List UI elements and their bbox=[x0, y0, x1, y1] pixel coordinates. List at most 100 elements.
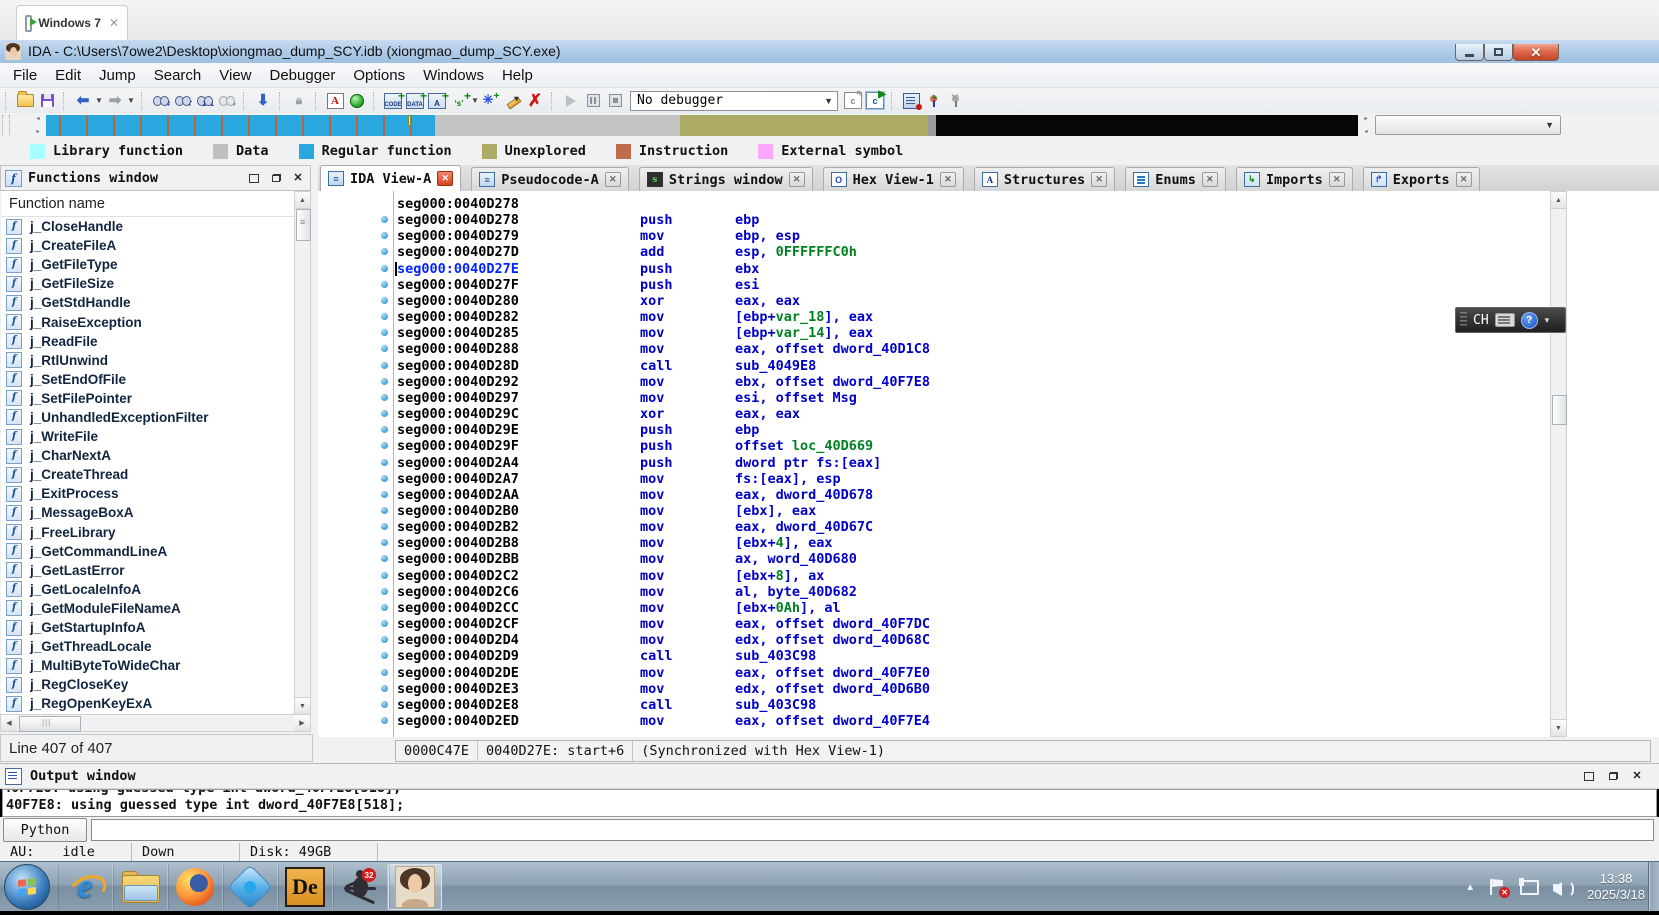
taskbar-ida-button[interactable] bbox=[388, 864, 442, 910]
scroll-down-icon[interactable]: ▼ bbox=[1551, 719, 1566, 736]
tab-close-icon[interactable]: ✕ bbox=[1329, 172, 1345, 187]
function-list-item[interactable]: fj_GetFileType bbox=[1, 255, 294, 274]
menu-jump[interactable]: Jump bbox=[90, 65, 145, 86]
taskbar-ie-button[interactable]: e bbox=[58, 864, 113, 910]
disassembly-line[interactable]: seg000:0040D292movebx, offset dword_40F7… bbox=[318, 374, 1659, 390]
navband-scroll-buttons[interactable]: ▸◂ bbox=[1360, 115, 1372, 135]
scroll-down-icon[interactable]: ▼ bbox=[295, 697, 310, 714]
function-list-item[interactable]: fj_FreeLibrary bbox=[1, 523, 294, 542]
keyboard-icon[interactable] bbox=[1495, 313, 1515, 327]
start-button[interactable] bbox=[4, 864, 50, 910]
scroll-left-icon[interactable]: ◀ bbox=[1, 715, 17, 731]
show-desktop-button[interactable] bbox=[1648, 862, 1659, 912]
menu-search[interactable]: Search bbox=[145, 65, 211, 86]
disassembly-line[interactable]: seg000:0040D2EDmoveax, offset dword_40F7… bbox=[318, 713, 1659, 729]
navigate-forward-button[interactable]: ➡ bbox=[104, 90, 126, 111]
tab-close-icon[interactable]: ✕ bbox=[605, 172, 621, 187]
taskbar-explorer-button[interactable] bbox=[113, 864, 168, 910]
vm-tab-close-icon[interactable]: ✕ bbox=[109, 16, 119, 30]
function-list-item[interactable]: fj_CloseHandle bbox=[1, 217, 294, 236]
make-array-button[interactable]: ✳+ bbox=[480, 90, 502, 111]
function-list-item[interactable]: fj_GetCommandLineA bbox=[1, 542, 294, 561]
functions-close-button[interactable]: ✕ bbox=[290, 171, 306, 185]
debug-pause-button[interactable] bbox=[582, 90, 604, 111]
output-restore-button[interactable] bbox=[1581, 769, 1597, 783]
menu-debugger[interactable]: Debugger bbox=[261, 65, 345, 86]
disassembly-line[interactable]: seg000:0040D2E3movedx, offset dword_40D6… bbox=[318, 681, 1659, 697]
taskbar-debugger-button[interactable]: 32 bbox=[333, 864, 388, 910]
language-indicator[interactable]: CH bbox=[1473, 313, 1489, 328]
navband-range-selector[interactable]: ▼ bbox=[1375, 115, 1561, 135]
disassembly-scrollbar[interactable]: ▲ ▼ bbox=[1550, 191, 1567, 737]
breakpoints-window-button[interactable] bbox=[900, 90, 922, 111]
function-list-item[interactable]: fj_ExitProcess bbox=[1, 484, 294, 503]
forward-history-dropdown[interactable]: ▼ bbox=[126, 90, 136, 111]
tab-imports[interactable]: ↳Imports✕ bbox=[1236, 167, 1353, 191]
function-list-item[interactable]: fj_MessageBoxA bbox=[1, 503, 294, 522]
network-icon[interactable] bbox=[1519, 878, 1539, 896]
make-name-button[interactable]: A+ bbox=[426, 90, 448, 111]
lock-highlight-button[interactable]: 🔒︎ bbox=[288, 90, 310, 111]
add-breakpoint-button[interactable]: + bbox=[922, 90, 944, 111]
jump-address-button[interactable]: # bbox=[150, 90, 172, 111]
disassembly-line[interactable]: seg000:0040D278 bbox=[318, 196, 1659, 212]
disassembly-line[interactable]: seg000:0040D27Daddesp, 0FFFFFFC0h bbox=[318, 244, 1659, 260]
disassembly-line[interactable]: seg000:0040D27Epushebx bbox=[318, 261, 1659, 277]
tab-structures[interactable]: AStructures✕ bbox=[974, 167, 1115, 191]
search-binary-button[interactable]: 101 bbox=[194, 90, 216, 111]
function-list-item[interactable]: fj_CreateFileA bbox=[1, 236, 294, 255]
output-float-button[interactable] bbox=[1605, 769, 1621, 783]
functions-window-titlebar[interactable]: f Functions window ✕ bbox=[0, 165, 311, 191]
undefine-button[interactable]: ✗ bbox=[524, 90, 546, 111]
tab-close-icon[interactable]: ✕ bbox=[437, 171, 453, 186]
minimize-button[interactable] bbox=[1455, 44, 1484, 61]
disassembly-line[interactable]: seg000:0040D2C6moval, byte_40D682 bbox=[318, 584, 1659, 600]
volume-icon[interactable] bbox=[1553, 878, 1573, 896]
disassembly-line[interactable]: seg000:0040D27Fpushesi bbox=[318, 277, 1659, 293]
disassembly-line[interactable]: seg000:0040D29Cxoreax, eax bbox=[318, 406, 1659, 422]
navband-grip[interactable] bbox=[2, 115, 10, 135]
menu-view[interactable]: View bbox=[210, 65, 260, 86]
tab-close-icon[interactable]: ✕ bbox=[1091, 172, 1107, 187]
debug-stop-button[interactable] bbox=[604, 90, 626, 111]
tab-strings-window[interactable]: sStrings window✕ bbox=[639, 167, 813, 191]
make-data-button[interactable]: DATA+ bbox=[404, 90, 426, 111]
function-list-item[interactable]: fj_RegOpenKeyExA bbox=[1, 694, 294, 713]
taskbar-die-button[interactable]: De bbox=[278, 864, 333, 910]
maximize-button[interactable] bbox=[1484, 44, 1513, 61]
disassembly-line[interactable]: seg000:0040D2C2mov[ebx+8], ax bbox=[318, 568, 1659, 584]
disassembly-line[interactable]: seg000:0040D288moveax, offset dword_40D1… bbox=[318, 341, 1659, 357]
tab-close-icon[interactable]: ✕ bbox=[940, 172, 956, 187]
taskbar-tool-button[interactable] bbox=[223, 864, 278, 910]
attach-process-button[interactable]: c↖ bbox=[842, 90, 864, 111]
tab-hex-view-1[interactable]: OHex View-1✕ bbox=[823, 167, 964, 191]
back-history-dropdown[interactable]: ▼ bbox=[94, 90, 104, 111]
tab-enums[interactable]: Enums✕ bbox=[1125, 167, 1226, 191]
make-code-button[interactable]: CODE+ bbox=[382, 90, 404, 111]
output-close-button[interactable]: ✕ bbox=[1629, 769, 1645, 783]
scrollbar-thumb[interactable] bbox=[19, 716, 81, 732]
functions-list[interactable]: fj_CloseHandlefj_CreateFileAfj_GetFileTy… bbox=[1, 217, 294, 714]
function-list-item[interactable]: fj_UnhandledExceptionFilter bbox=[1, 408, 294, 427]
scroll-up-icon[interactable]: ▲ bbox=[1551, 192, 1566, 209]
function-list-item[interactable]: fj_GetLastError bbox=[1, 561, 294, 580]
functions-restore-button[interactable] bbox=[246, 171, 262, 185]
function-list-item[interactable]: fj_SetFilePointer bbox=[1, 389, 294, 408]
disassembly-line[interactable]: seg000:0040D28Dcallsub_4049E8 bbox=[318, 358, 1659, 374]
disassembly-line[interactable]: seg000:0040D2D9callsub_403C98 bbox=[318, 648, 1659, 664]
disassembly-line[interactable]: seg000:0040D29Epushebp bbox=[318, 422, 1659, 438]
disassembly-line[interactable]: seg000:0040D2AAmoveax, dword_40D678 bbox=[318, 487, 1659, 503]
disassembly-line[interactable]: seg000:0040D29Fpushoffset loc_40D669 bbox=[318, 438, 1659, 454]
menu-windows[interactable]: Windows bbox=[414, 65, 493, 86]
disassembly-line[interactable]: seg000:0040D2A7movfs:[eax], esp bbox=[318, 471, 1659, 487]
tray-expand-icon[interactable]: ▲ bbox=[1465, 882, 1475, 893]
analysis-options-button[interactable]: A bbox=[324, 90, 346, 111]
disassembly-line[interactable]: seg000:0040D2CCmov[ebx+0Ah], al bbox=[318, 600, 1659, 616]
save-button[interactable] bbox=[36, 90, 58, 111]
disassembly-line[interactable]: seg000:0040D2B0mov[ebx], eax bbox=[318, 503, 1659, 519]
disassembly-line[interactable]: seg000:0040D2DEmoveax, offset dword_40F7… bbox=[318, 665, 1659, 681]
tab-close-icon[interactable]: ✕ bbox=[789, 172, 805, 187]
continue-process-button[interactable]: c▶ bbox=[864, 90, 886, 111]
function-list-item[interactable]: fj_GetModuleFileNameA bbox=[1, 599, 294, 618]
navigate-back-button[interactable]: ⬅ bbox=[72, 90, 94, 111]
